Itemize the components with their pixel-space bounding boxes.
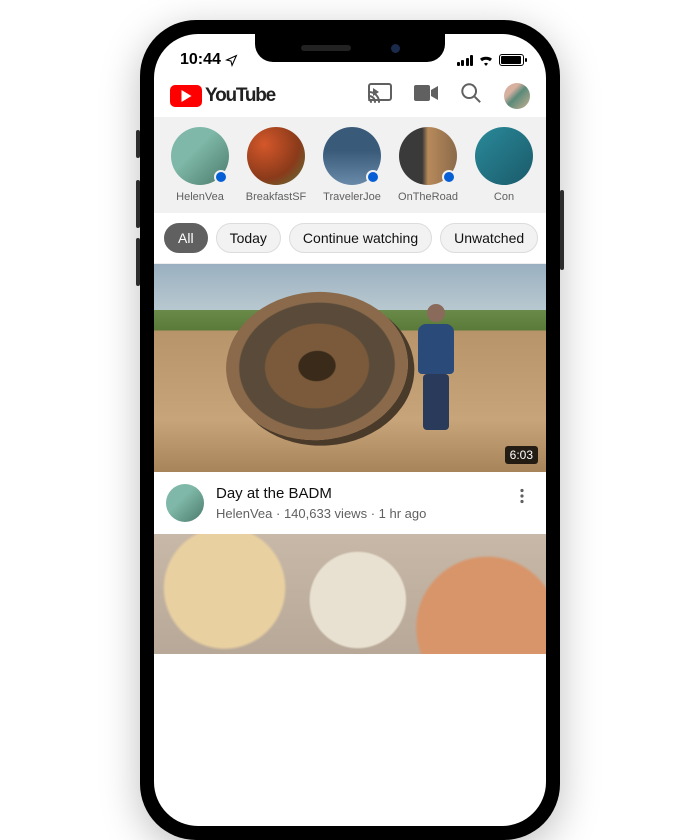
video-subtitle: HelenVea · 140,633 views · 1 hr ago xyxy=(216,506,498,521)
front-camera xyxy=(391,44,400,53)
wifi-icon xyxy=(478,54,494,66)
story-label: OnTheRoad xyxy=(398,191,458,203)
stories-strip[interactable]: HelenVea BreakfastSF TravelerJoe OnTheRo… xyxy=(154,117,546,213)
video-thumbnail[interactable]: 6:03 xyxy=(154,264,546,472)
thumbnail-art xyxy=(414,304,458,434)
story-label: BreakfastSF xyxy=(246,191,307,203)
notch xyxy=(255,34,445,62)
thumbnail-art xyxy=(221,286,413,446)
cast-icon[interactable] xyxy=(368,83,392,108)
new-indicator-icon xyxy=(442,170,456,184)
story-avatar xyxy=(247,127,305,185)
story-breakfastsf[interactable]: BreakfastSF xyxy=(244,127,308,205)
volume-down-button xyxy=(136,238,140,286)
story-travelerjoe[interactable]: TravelerJoe xyxy=(320,127,384,205)
story-ontheroad[interactable]: OnTheRoad xyxy=(396,127,460,205)
app-header: YouTube xyxy=(154,76,546,117)
youtube-wordmark: YouTube xyxy=(205,85,275,107)
cellular-signal-icon xyxy=(457,54,474,66)
filter-chips-row[interactable]: All Today Continue watching Unwatched xyxy=(154,213,546,264)
account-avatar[interactable] xyxy=(504,83,530,109)
story-avatar xyxy=(475,127,533,185)
video-duration-badge: 6:03 xyxy=(505,446,538,464)
channel-avatar[interactable] xyxy=(166,484,204,522)
story-label: TravelerJoe xyxy=(323,191,381,203)
new-indicator-icon xyxy=(366,170,380,184)
location-icon xyxy=(225,54,238,67)
youtube-play-icon xyxy=(170,85,202,107)
youtube-logo[interactable]: YouTube xyxy=(170,85,275,107)
search-icon[interactable] xyxy=(460,82,482,109)
screen: 10:44 YouTube xyxy=(154,34,546,826)
battery-icon xyxy=(499,54,524,66)
more-options-icon[interactable] xyxy=(510,484,534,513)
story-avatar xyxy=(323,127,381,185)
new-indicator-icon xyxy=(214,170,228,184)
phone-frame: 10:44 YouTube xyxy=(140,20,560,840)
story-helenvea[interactable]: HelenVea xyxy=(168,127,232,205)
video-title[interactable]: Day at the BADM xyxy=(216,484,498,504)
chip-unwatched[interactable]: Unwatched xyxy=(440,223,538,253)
story-avatar xyxy=(399,127,457,185)
power-button xyxy=(560,190,564,270)
chip-today[interactable]: Today xyxy=(216,223,281,253)
chip-all[interactable]: All xyxy=(164,223,208,253)
volume-up-button xyxy=(136,180,140,228)
mute-switch xyxy=(136,130,140,158)
story-avatar xyxy=(171,127,229,185)
video-thumbnail[interactable] xyxy=(154,534,546,654)
video-meta-row: Day at the BADM HelenVea · 140,633 views… xyxy=(154,472,546,534)
speaker-grille xyxy=(301,45,351,51)
story-label: Con xyxy=(494,191,514,203)
chip-continue-watching[interactable]: Continue watching xyxy=(289,223,432,253)
video-card[interactable]: 6:03 Day at the BADM HelenVea · 140,633 … xyxy=(154,264,546,534)
record-video-icon[interactable] xyxy=(414,85,438,106)
status-time: 10:44 xyxy=(180,51,221,69)
story-con[interactable]: Con xyxy=(472,127,536,205)
story-label: HelenVea xyxy=(176,191,224,203)
